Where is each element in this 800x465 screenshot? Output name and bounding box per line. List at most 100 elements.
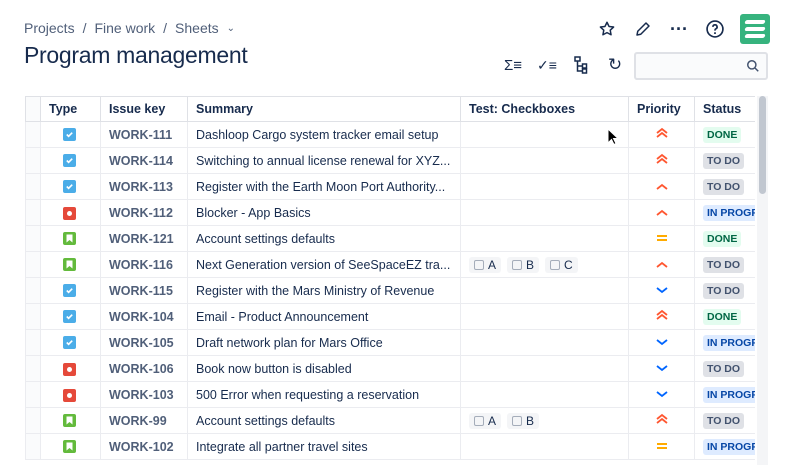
- table-row[interactable]: WORK-121 Account settings defaults DONE: [25, 225, 755, 252]
- row-number-cell[interactable]: [25, 199, 41, 226]
- summary-cell[interactable]: Book now button is disabled: [187, 355, 461, 382]
- breadcrumb-projects[interactable]: Projects: [24, 20, 75, 36]
- status-cell[interactable]: IN PROGRESS: [694, 329, 755, 356]
- row-number-cell[interactable]: [25, 433, 41, 460]
- table-row[interactable]: WORK-111 Dashloop Cargo system tracker e…: [25, 121, 755, 148]
- summary-cell[interactable]: Register with the Earth Moon Port Author…: [187, 173, 461, 200]
- checkbox-chip[interactable]: B: [507, 412, 540, 429]
- row-number-cell[interactable]: [25, 251, 41, 278]
- checkboxes-cell[interactable]: ABC: [460, 251, 629, 278]
- checkboxes-cell[interactable]: [460, 381, 629, 408]
- priority-low-icon[interactable]: [628, 329, 695, 356]
- priority-high-icon[interactable]: [628, 199, 695, 226]
- table-row[interactable]: WORK-106 Book now button is disabled TO …: [25, 355, 755, 382]
- help-icon[interactable]: [704, 18, 726, 40]
- summary-cell[interactable]: Switching to annual license renewal for …: [187, 147, 461, 174]
- status-cell[interactable]: DONE: [694, 303, 755, 330]
- checkbox-chip[interactable]: C: [545, 256, 578, 273]
- more-icon[interactable]: ···: [668, 18, 690, 40]
- app-logo[interactable]: [740, 14, 770, 44]
- column-header-priority[interactable]: Priority: [628, 96, 695, 122]
- scrollbar-thumb[interactable]: [759, 96, 766, 194]
- search-input[interactable]: [634, 52, 768, 80]
- hierarchy-icon[interactable]: [570, 54, 592, 76]
- column-header-status[interactable]: Status: [694, 96, 755, 122]
- summary-cell[interactable]: Draft network plan for Mars Office: [187, 329, 461, 356]
- status-cell[interactable]: IN PROGRESS: [694, 433, 755, 460]
- vertical-scrollbar[interactable]: [757, 96, 768, 465]
- issue-key-link[interactable]: WORK-112: [100, 199, 188, 226]
- checkboxes-cell[interactable]: [460, 173, 629, 200]
- status-cell[interactable]: TO DO: [694, 277, 755, 304]
- issue-key-link[interactable]: WORK-106: [100, 355, 188, 382]
- star-icon[interactable]: [596, 18, 618, 40]
- checkboxes-cell[interactable]: [460, 121, 629, 148]
- row-number-cell[interactable]: [25, 355, 41, 382]
- column-header-checkboxes[interactable]: Test: Checkboxes: [460, 96, 629, 122]
- checkboxes-cell[interactable]: [460, 433, 629, 460]
- summary-cell[interactable]: 500 Error when requesting a reservation: [187, 381, 461, 408]
- row-number-cell[interactable]: [25, 173, 41, 200]
- issue-key-link[interactable]: WORK-102: [100, 433, 188, 460]
- table-row[interactable]: WORK-116 Next Generation version of SeeS…: [25, 251, 755, 278]
- column-header-issue-key[interactable]: Issue key: [100, 96, 188, 122]
- checkboxes-cell[interactable]: [460, 329, 629, 356]
- checkbox-chip[interactable]: A: [469, 256, 502, 273]
- status-cell[interactable]: TO DO: [694, 251, 755, 278]
- status-cell[interactable]: DONE: [694, 225, 755, 252]
- priority-highest-icon[interactable]: [628, 121, 695, 148]
- priority-low-icon[interactable]: [628, 381, 695, 408]
- issue-key-link[interactable]: WORK-111: [100, 121, 188, 148]
- checkbox-chip[interactable]: B: [507, 256, 540, 273]
- row-number-cell[interactable]: [25, 121, 41, 148]
- row-number-cell[interactable]: [25, 407, 41, 434]
- status-cell[interactable]: TO DO: [694, 355, 755, 382]
- breadcrumb-sheets[interactable]: Sheets: [175, 20, 219, 36]
- table-row[interactable]: WORK-99 Account settings defaults AB TO …: [25, 407, 755, 434]
- table-row[interactable]: WORK-103 500 Error when requesting a res…: [25, 381, 755, 408]
- priority-highest-icon[interactable]: [628, 407, 695, 434]
- checkboxes-cell[interactable]: [460, 355, 629, 382]
- summary-cell[interactable]: Account settings defaults: [187, 225, 461, 252]
- row-number-cell[interactable]: [25, 277, 41, 304]
- status-cell[interactable]: TO DO: [694, 173, 755, 200]
- summary-cell[interactable]: Dashloop Cargo system tracker email setu…: [187, 121, 461, 148]
- summary-cell[interactable]: Email - Product Announcement: [187, 303, 461, 330]
- issue-key-link[interactable]: WORK-104: [100, 303, 188, 330]
- checkboxes-cell[interactable]: [460, 147, 629, 174]
- row-number-cell[interactable]: [25, 147, 41, 174]
- table-row[interactable]: WORK-102 Integrate all partner travel si…: [25, 433, 755, 460]
- status-cell[interactable]: TO DO: [694, 147, 755, 174]
- issue-key-link[interactable]: WORK-113: [100, 173, 188, 200]
- status-cell[interactable]: TO DO: [694, 407, 755, 434]
- summary-cell[interactable]: Integrate all partner travel sites: [187, 433, 461, 460]
- table-row[interactable]: WORK-105 Draft network plan for Mars Off…: [25, 329, 755, 356]
- checkboxes-cell[interactable]: [460, 199, 629, 226]
- row-number-cell[interactable]: [25, 303, 41, 330]
- row-number-cell[interactable]: [25, 329, 41, 356]
- issue-key-link[interactable]: WORK-116: [100, 251, 188, 278]
- summary-cell[interactable]: Register with the Mars Ministry of Reven…: [187, 277, 461, 304]
- priority-highest-icon[interactable]: [628, 303, 695, 330]
- priority-low-icon[interactable]: [628, 355, 695, 382]
- issue-key-link[interactable]: WORK-114: [100, 147, 188, 174]
- summary-cell[interactable]: Blocker - App Basics: [187, 199, 461, 226]
- chevron-down-icon[interactable]: ⌄: [227, 23, 235, 34]
- breadcrumb-fine-work[interactable]: Fine work: [94, 20, 155, 36]
- priority-high-icon[interactable]: [628, 251, 695, 278]
- status-cell[interactable]: DONE: [694, 121, 755, 148]
- refresh-icon[interactable]: ↻: [604, 54, 626, 76]
- issue-key-link[interactable]: WORK-121: [100, 225, 188, 252]
- priority-highest-icon[interactable]: [628, 147, 695, 174]
- row-number-cell[interactable]: [25, 225, 41, 252]
- table-row[interactable]: WORK-112 Blocker - App Basics IN PROGRES…: [25, 199, 755, 226]
- checkbox-chip[interactable]: A: [469, 412, 502, 429]
- column-header-summary[interactable]: Summary: [187, 96, 461, 122]
- status-cell[interactable]: IN PROGRESS: [694, 381, 755, 408]
- issue-key-link[interactable]: WORK-103: [100, 381, 188, 408]
- column-header-type[interactable]: Type: [40, 96, 101, 122]
- summary-cell[interactable]: Next Generation version of SeeSpaceEZ tr…: [187, 251, 461, 278]
- sum-icon[interactable]: Σ≡: [502, 54, 524, 76]
- checkboxes-cell[interactable]: [460, 303, 629, 330]
- issue-key-link[interactable]: WORK-115: [100, 277, 188, 304]
